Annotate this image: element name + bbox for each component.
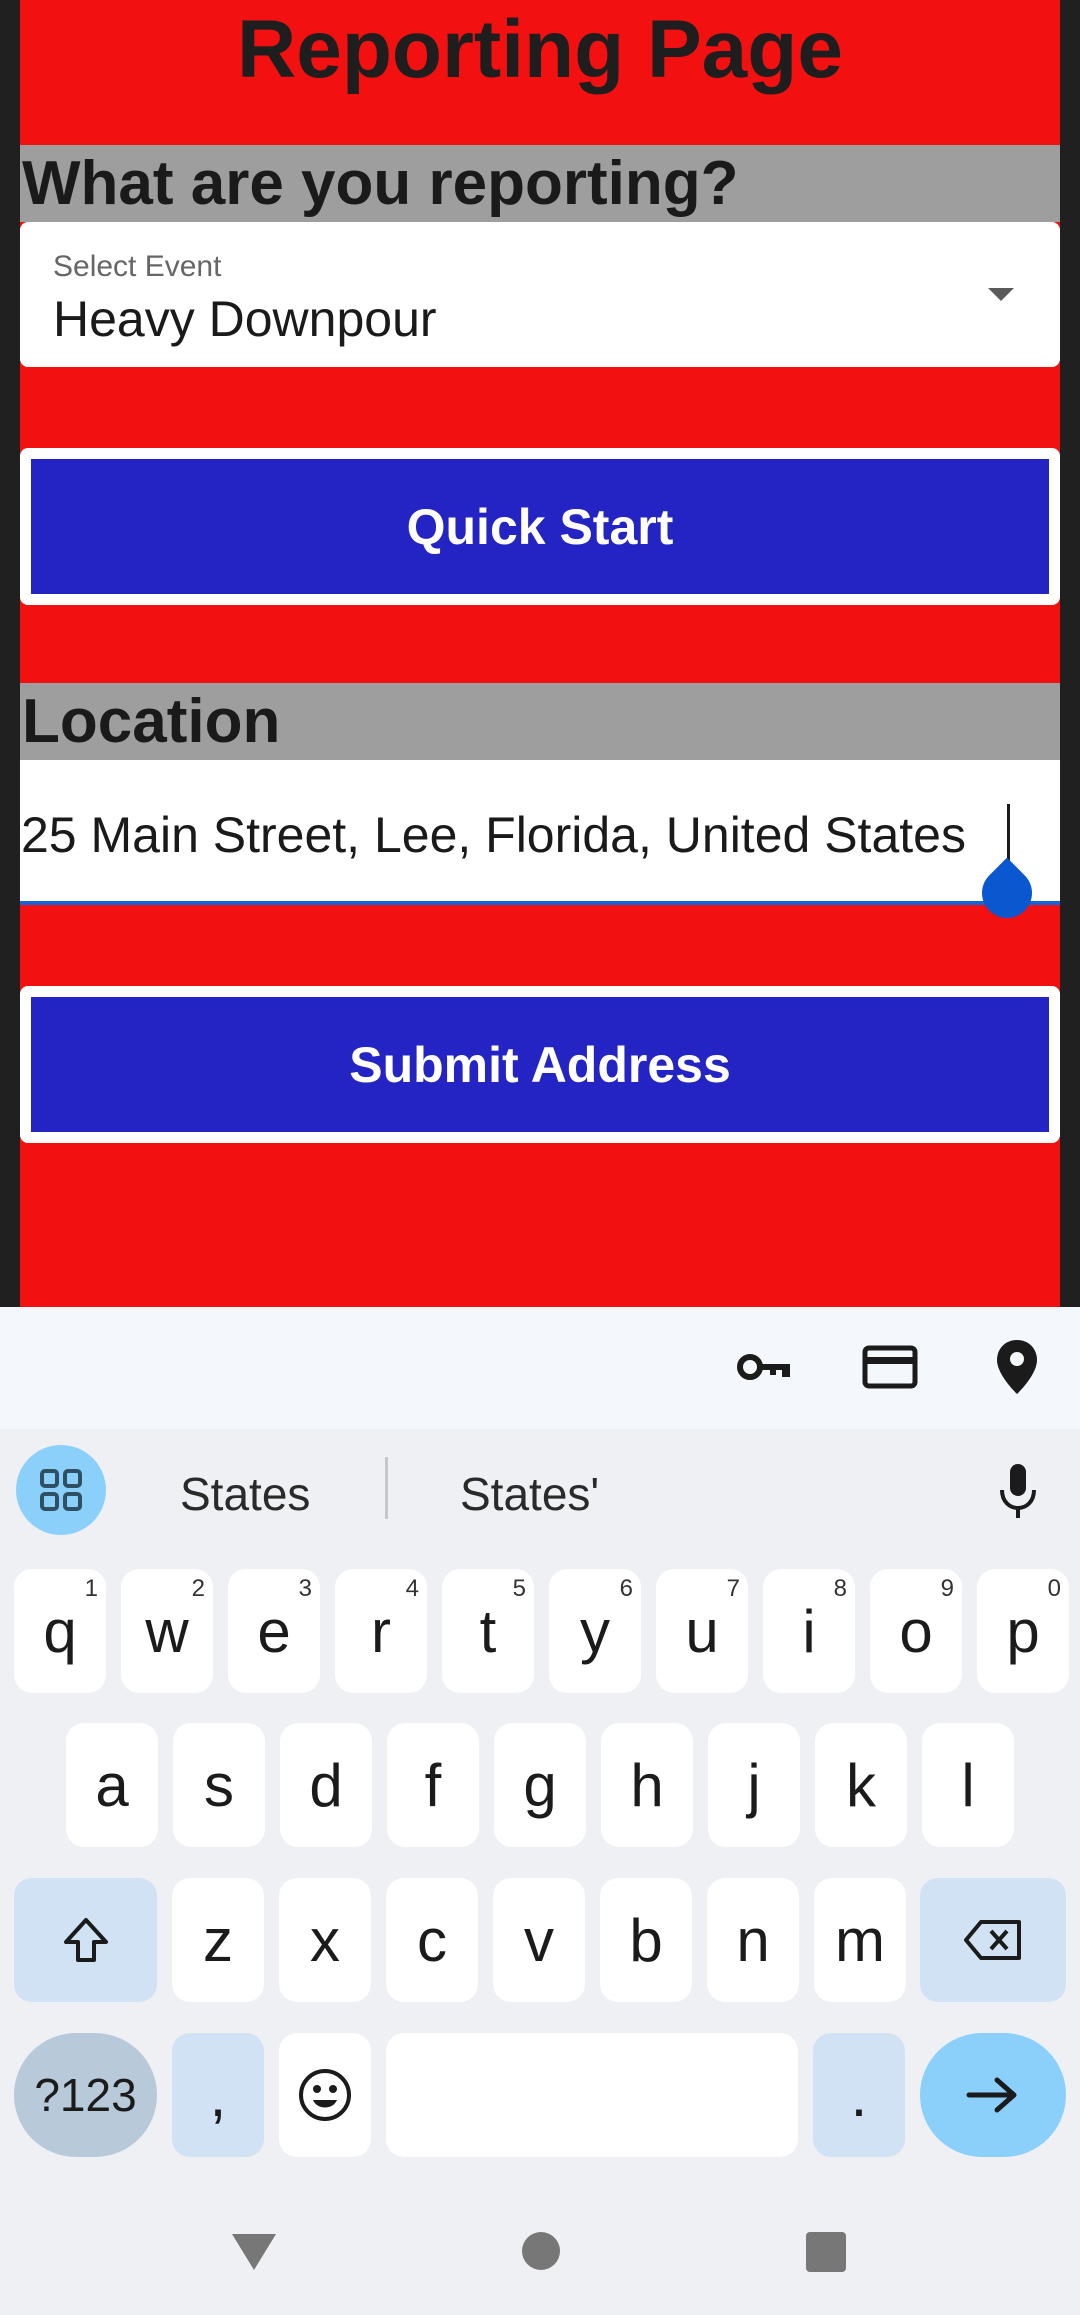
suggestion-1[interactable]: States <box>180 1467 310 1521</box>
key-label: p <box>1006 1597 1040 1665</box>
key-number-hint: 8 <box>833 1575 847 1602</box>
key-label: i <box>802 1597 816 1665</box>
symbols-key[interactable]: ?123 <box>14 2033 157 2157</box>
key-f[interactable]: f <box>387 1723 479 1847</box>
shift-key[interactable] <box>14 1878 157 2002</box>
microphone-icon[interactable] <box>990 1457 1046 1527</box>
key-label: q <box>43 1597 77 1665</box>
key-number-hint: 3 <box>298 1575 312 1602</box>
recent-apps-icon[interactable] <box>806 2232 846 2272</box>
credit-card-icon[interactable] <box>860 1337 920 1397</box>
text-cursor <box>1007 804 1010 866</box>
key-number-hint: 0 <box>1047 1575 1061 1602</box>
home-icon[interactable] <box>522 2232 560 2270</box>
key-label: u <box>685 1597 719 1665</box>
address-input[interactable]: 25 Main Street, Lee, Florida, United Sta… <box>20 760 1060 929</box>
key-number-hint: 2 <box>191 1575 205 1602</box>
dropdown-arrow-icon[interactable] <box>988 288 1014 301</box>
key-v[interactable]: v <box>493 1878 585 2002</box>
submit-address-button[interactable]: Submit Address <box>20 986 1060 1143</box>
key-k[interactable]: k <box>815 1723 907 1847</box>
input-underline <box>20 901 1060 905</box>
key-w[interactable]: w2 <box>121 1569 213 1693</box>
key-m[interactable]: m <box>814 1878 906 2002</box>
enter-arrow-icon[interactable] <box>920 2033 1066 2157</box>
apps-grid-icon[interactable] <box>16 1445 106 1535</box>
location-pin-icon[interactable] <box>987 1337 1047 1397</box>
soft-keyboard: States States' q1w2e3r4t5y6u7i8o9p0 asdf… <box>0 1307 1080 2315</box>
key-q[interactable]: q1 <box>14 1569 106 1693</box>
key-j[interactable]: j <box>708 1723 800 1847</box>
suggestion-divider <box>385 1457 388 1519</box>
app-screen: Reporting Page What are you reporting? S… <box>0 0 1080 1307</box>
key-r[interactable]: r4 <box>335 1569 427 1693</box>
key-n[interactable]: n <box>707 1878 799 2002</box>
key-number-hint: 4 <box>405 1575 419 1602</box>
submit-address-label: Submit Address <box>31 997 1049 1132</box>
quick-start-button[interactable]: Quick Start <box>20 448 1060 605</box>
key-e[interactable]: e3 <box>228 1569 320 1693</box>
backspace-key[interactable] <box>920 1878 1066 2002</box>
key-a[interactable]: a <box>66 1723 158 1847</box>
emoji-key[interactable] <box>279 2033 371 2157</box>
event-select-label: Select Event <box>53 250 222 283</box>
key-number-hint: 9 <box>940 1575 954 1602</box>
space-key[interactable] <box>386 2033 798 2157</box>
key-x[interactable]: x <box>279 1878 371 2002</box>
key-p[interactable]: p0 <box>977 1569 1069 1693</box>
back-icon[interactable] <box>232 2234 276 2270</box>
key-icon[interactable] <box>735 1337 795 1397</box>
comma-key[interactable]: , <box>172 2033 264 2157</box>
key-label: w <box>145 1597 189 1665</box>
key-number-hint: 7 <box>726 1575 740 1602</box>
key-label: r <box>371 1597 391 1665</box>
address-input-value: 25 Main Street, Lee, Florida, United Sta… <box>21 807 966 863</box>
key-label: t <box>479 1597 497 1665</box>
location-section-header: Location <box>20 683 1060 760</box>
key-c[interactable]: c <box>386 1878 478 2002</box>
suggestion-2[interactable]: States' <box>460 1467 599 1521</box>
key-y[interactable]: y6 <box>549 1569 641 1693</box>
key-number-hint: 1 <box>84 1575 98 1602</box>
key-s[interactable]: s <box>173 1723 265 1847</box>
period-key[interactable]: . <box>813 2033 905 2157</box>
key-b[interactable]: b <box>600 1878 692 2002</box>
key-label: o <box>899 1597 933 1665</box>
key-o[interactable]: o9 <box>870 1569 962 1693</box>
key-z[interactable]: z <box>172 1878 264 2002</box>
key-g[interactable]: g <box>494 1723 586 1847</box>
key-label: e <box>257 1597 291 1665</box>
key-label: y <box>580 1597 610 1665</box>
event-select[interactable]: Select Event Heavy Downpour <box>20 222 1060 367</box>
event-section-header: What are you reporting? <box>20 145 1060 222</box>
page-title: Reporting Page <box>237 4 843 95</box>
quick-start-label: Quick Start <box>31 459 1049 594</box>
key-h[interactable]: h <box>601 1723 693 1847</box>
keyboard-toolbar <box>0 1307 1080 1429</box>
key-d[interactable]: d <box>280 1723 372 1847</box>
key-t[interactable]: t5 <box>442 1569 534 1693</box>
event-select-value: Heavy Downpour <box>53 291 437 347</box>
key-i[interactable]: i8 <box>763 1569 855 1693</box>
key-u[interactable]: u7 <box>656 1569 748 1693</box>
key-number-hint: 6 <box>619 1575 633 1602</box>
key-l[interactable]: l <box>922 1723 1014 1847</box>
key-number-hint: 5 <box>512 1575 526 1602</box>
